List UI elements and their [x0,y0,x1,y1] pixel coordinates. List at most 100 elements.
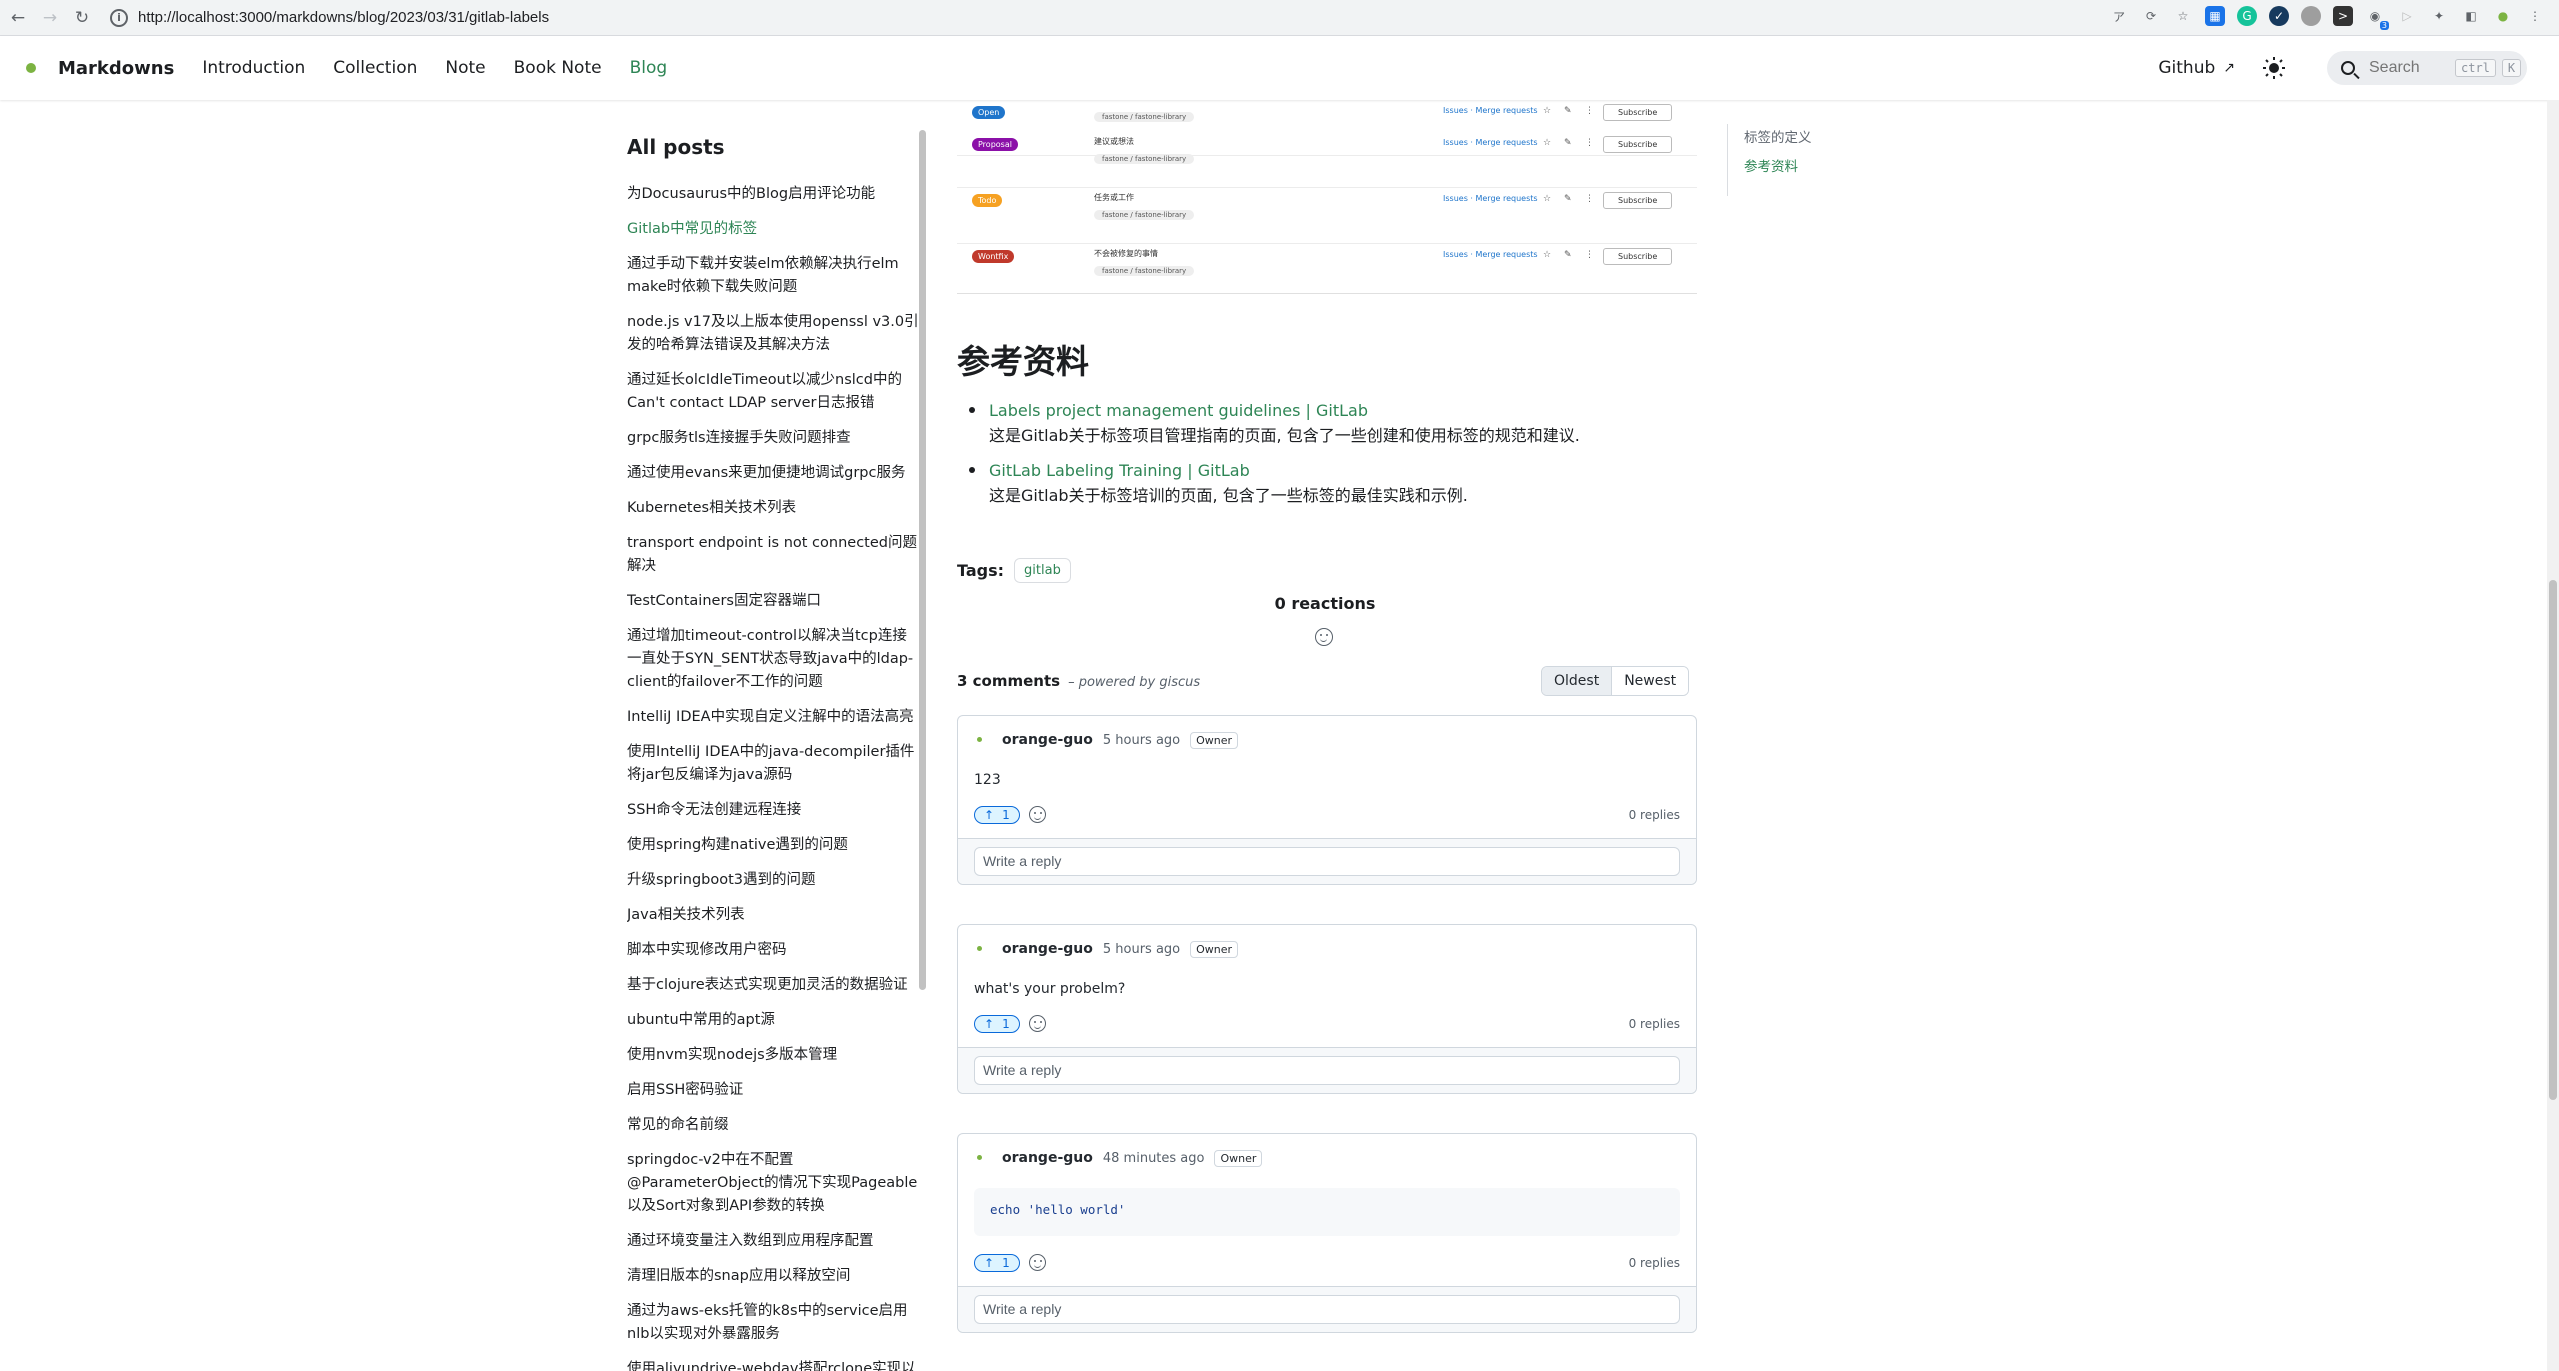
powered-by[interactable]: – powered by giscus [1068,675,1200,690]
subscribe-button[interactable]: Subscribe [1603,104,1673,121]
share-icon[interactable]: ⟳ [2141,6,2161,26]
upvote-button[interactable]: ↑ 1 [974,1015,1020,1033]
nav-introduction[interactable]: Introduction [202,58,305,78]
search-box[interactable]: ctrl K [2327,51,2527,85]
sidepanel-icon[interactable]: ◧ [2461,6,2481,26]
sort-newest-button[interactable]: Newest [1612,667,1689,695]
sidebar-post[interactable]: 升级springboot3遇到的问题 [627,869,927,892]
star-icon[interactable]: ☆ [1543,138,1551,148]
nav-blog[interactable]: Blog [630,58,668,78]
extension-grammarly-icon[interactable]: G [2237,6,2257,26]
puzzle-icon[interactable]: ✦ [2429,6,2449,26]
comment-author[interactable]: orange-guo [1002,1150,1093,1166]
avatar[interactable] [974,1152,986,1164]
upvote-button[interactable]: ↑ 1 [974,806,1020,824]
sidebar-post[interactable]: 使用spring构建native遇到的问题 [627,834,927,857]
comment-reaction-button[interactable] [1028,1253,1048,1273]
reply-input[interactable]: Write a reply [974,1295,1680,1324]
edit-icon[interactable]: ✎ [1564,194,1572,204]
bookmark-star-icon[interactable]: ☆ [2173,6,2193,26]
toc-item-active[interactable]: 参考资料 [1744,153,1812,182]
subscribe-button[interactable]: Subscribe [1603,136,1673,153]
sidebar-post[interactable]: grpc服务tls连接握手失败问题排查 [627,427,927,450]
extension-terminal-icon[interactable]: > [2333,6,2353,26]
extension-play-icon[interactable]: ▷ [2397,6,2417,26]
sidebar-post[interactable]: 清理旧版本的snap应用以释放空间 [627,1265,927,1288]
sidebar-post[interactable]: Kubernetes相关技术列表 [627,497,927,520]
reference-link[interactable]: GitLab Labeling Training | GitLab [989,458,1697,483]
address-bar[interactable]: http://localhost:3000/markdowns/blog/202… [138,9,549,26]
sidebar-post[interactable]: IntelliJ IDEA中实现自定义注解中的语法高亮 [627,706,927,729]
star-icon[interactable]: ☆ [1543,194,1551,204]
reply-input[interactable]: Write a reply [974,1056,1680,1085]
sidebar-post[interactable]: 通过环境变量注入数组到应用程序配置 [627,1230,927,1253]
reply-input[interactable]: Write a reply [974,847,1680,876]
more-icon[interactable]: ⋮ [1585,106,1594,116]
back-icon[interactable]: ← [4,4,32,32]
sidebar-post[interactable]: 启用SSH密码验证 [627,1079,927,1102]
info-icon[interactable]: i [110,8,128,27]
toc-item[interactable]: 标签的定义 [1744,124,1812,153]
add-reaction-icon[interactable] [1315,628,1333,646]
edit-icon[interactable]: ✎ [1564,250,1572,260]
star-icon[interactable]: ☆ [1543,106,1551,116]
github-link[interactable]: Github [2158,58,2215,78]
extension-check-icon[interactable]: ✓ [2269,6,2289,26]
star-icon[interactable]: ☆ [1543,250,1551,260]
profile-icon[interactable]: ● [2493,6,2513,26]
sidebar-post[interactable]: node.js v17及以上版本使用openssl v3.0引发的哈希算法错误及… [627,311,927,357]
subscribe-button[interactable]: Subscribe [1603,248,1673,265]
extension-calendar-icon[interactable]: ▦ [2205,6,2225,26]
sidebar-post[interactable]: SSH命令无法创建远程连接 [627,799,927,822]
nav-book-note[interactable]: Book Note [514,58,602,78]
brand-title[interactable]: Markdowns [58,58,174,79]
more-icon[interactable]: ⋮ [1585,194,1594,204]
extension-circle-icon[interactable] [2301,6,2321,26]
nav-note[interactable]: Note [445,58,485,78]
page-scrollbar-thumb[interactable] [2549,580,2557,1100]
sidebar-post[interactable]: 使用IntelliJ IDEA中的java-decompiler插件将jar包反… [627,741,927,787]
subscribe-button[interactable]: Subscribe [1603,192,1673,209]
sidebar-post[interactable]: 为Docusaurus中的Blog启用评论功能 [627,183,927,206]
sort-oldest-button[interactable]: Oldest [1542,667,1613,695]
extension-badge-icon[interactable]: ◉ 3 [2365,6,2389,30]
avatar[interactable] [974,734,986,746]
sidebar-post[interactable]: 使用aliyundrive-webdav搭配rclone实现以本 [627,1358,927,1371]
edit-icon[interactable]: ✎ [1564,106,1572,116]
label-links[interactable]: Issues · Merge requests [1443,138,1538,147]
comment-time[interactable]: 5 hours ago [1103,942,1180,957]
sidebar-post[interactable]: 脚本中实现修改用户密码 [627,939,927,962]
edit-icon[interactable]: ✎ [1564,138,1572,148]
site-logo[interactable] [26,63,36,73]
search-input[interactable] [2369,59,2449,77]
sidebar-post[interactable]: 通过增加timeout-control以解决当tcp连接一直处于SYN_SENT… [627,625,927,694]
sidebar-scrollbar[interactable] [919,130,926,990]
nav-collection[interactable]: Collection [333,58,417,78]
comment-time[interactable]: 48 minutes ago [1103,1151,1205,1166]
comment-author[interactable]: orange-guo [1002,732,1093,748]
sidebar-post[interactable]: Java相关技术列表 [627,904,927,927]
reload-icon[interactable]: ↻ [68,4,96,32]
avatar[interactable] [974,943,986,955]
sidebar-post-active[interactable]: Gitlab中常见的标签 [627,218,927,241]
tag-gitlab[interactable]: gitlab [1014,558,1071,583]
sidebar-post[interactable]: 通过手动下载并安装elm依赖解决执行elm make时依赖下载失败问题 [627,253,927,299]
sidebar-post[interactable]: 通过延长olcIdleTimeout以减少nslcd中的Can't contac… [627,369,927,415]
sidebar-post[interactable]: 通过为aws-eks托管的k8s中的service启用nlb以实现对外暴露服务 [627,1300,927,1346]
label-links[interactable]: Issues · Merge requests [1443,250,1538,259]
sidebar-post[interactable]: 通过使用evans来更加便捷地调试grpc服务 [627,462,927,485]
more-icon[interactable]: ⋮ [1585,250,1594,260]
translate-icon[interactable]: ア [2109,6,2129,26]
comment-time[interactable]: 5 hours ago [1103,733,1180,748]
sidebar-post[interactable]: 常见的命名前缀 [627,1114,927,1137]
comment-author[interactable]: orange-guo [1002,941,1093,957]
upvote-button[interactable]: ↑ 1 [974,1254,1020,1272]
sidebar-post[interactable]: 基于clojure表达式实现更加灵活的数据验证 [627,974,927,997]
more-icon[interactable]: ⋮ [1585,138,1594,148]
sidebar-post[interactable]: ubuntu中常用的apt源 [627,1009,927,1032]
menu-icon[interactable]: ⋮ [2525,6,2545,26]
sidebar-post[interactable]: transport endpoint is not connected问题解决 [627,532,927,578]
label-links[interactable]: Issues · Merge requests [1443,194,1538,203]
theme-toggle-icon[interactable] [2263,57,2285,79]
sidebar-post[interactable]: 使用nvm实现nodejs多版本管理 [627,1044,927,1067]
